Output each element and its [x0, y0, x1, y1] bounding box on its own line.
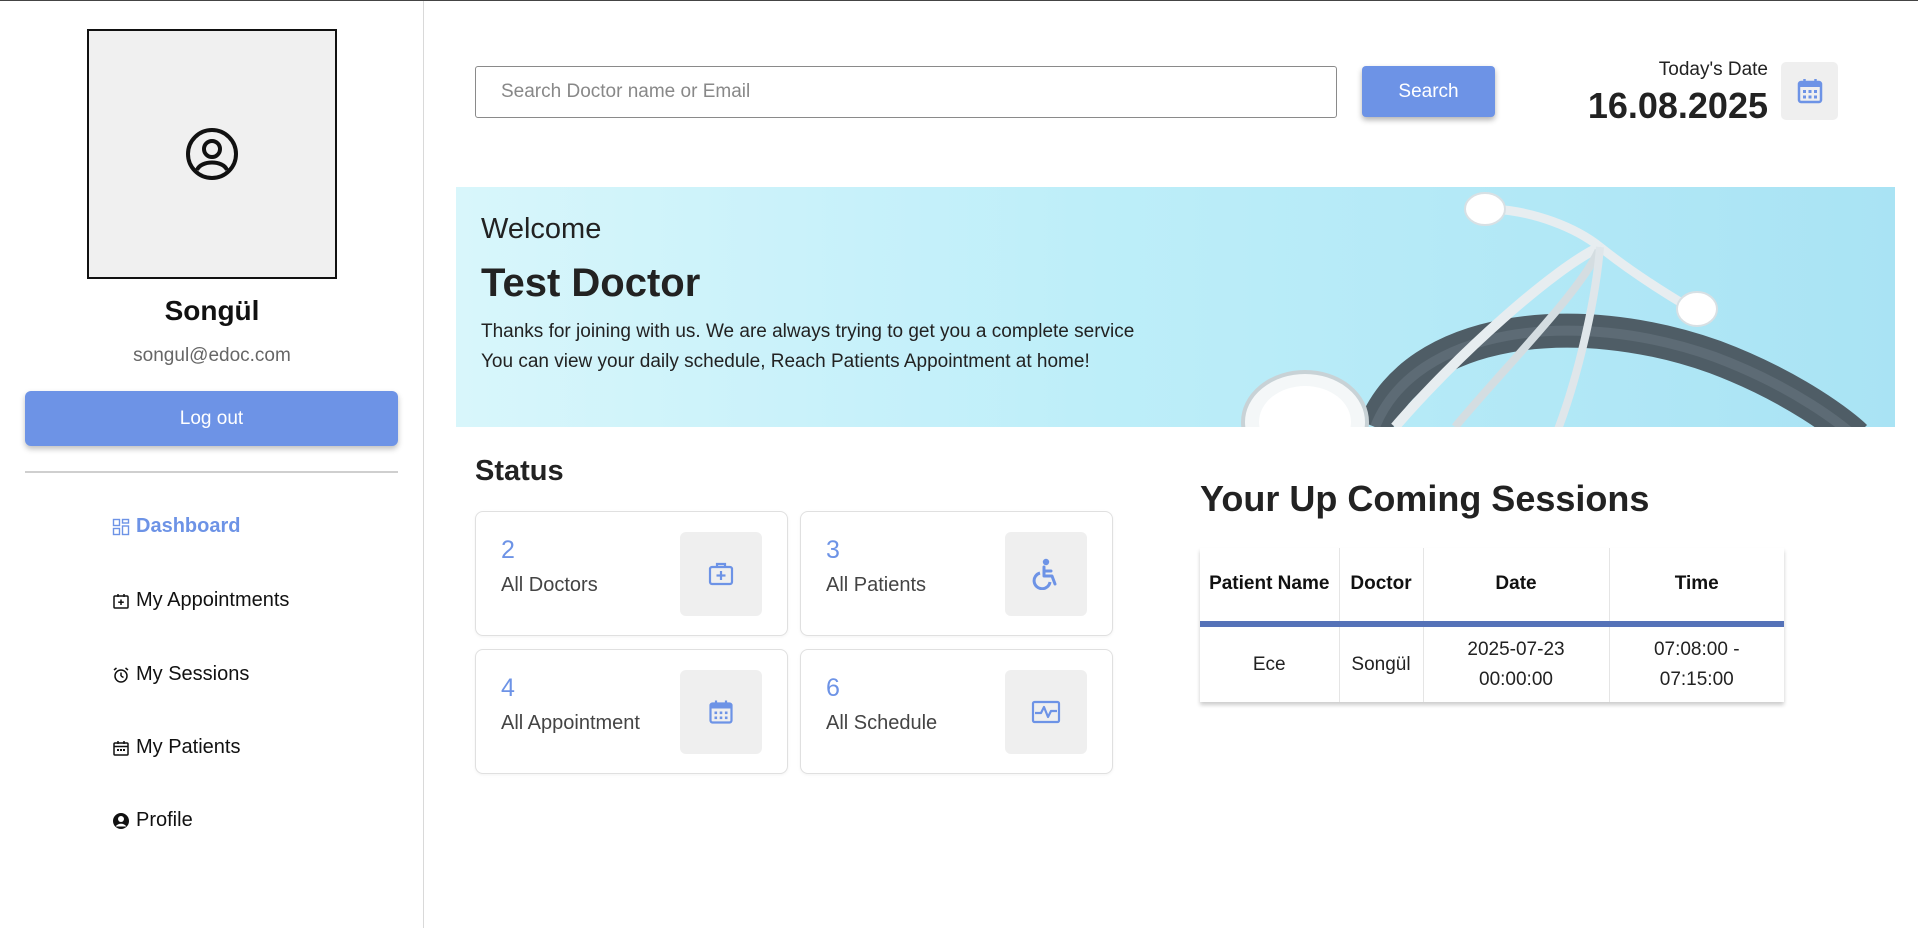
calendar-button: [1781, 62, 1838, 120]
stat-card-schedule[interactable]: 6 All Schedule: [800, 649, 1113, 774]
user-circle-icon: [113, 812, 129, 829]
cell-time-text: 07:08:00 - 07:15:00: [1653, 639, 1740, 690]
cell-time: 07:08:00 - 07:15:00: [1609, 624, 1784, 702]
welcome-banner: Welcome Test Doctor Thanks for joining w…: [456, 187, 1895, 427]
sidebar-item-label: Profile: [136, 809, 193, 831]
sidebar-item-appointments[interactable]: My Appointments: [112, 589, 289, 612]
sidebar-item-patients[interactable]: My Patients: [112, 736, 240, 759]
stat-card-appointments[interactable]: 4 All Appointment: [475, 649, 788, 774]
stethoscope-image: [1241, 192, 1868, 427]
sidebar-item-label: My Patients: [136, 736, 241, 758]
calendar-plus-icon: [113, 593, 129, 609]
banner-text-line1: Thanks for joining with us. We are alway…: [481, 321, 1135, 342]
stat-value: 6: [826, 674, 840, 702]
avatar: [87, 29, 337, 279]
doctor-name: Test Doctor: [481, 261, 701, 305]
cell-date-text: 2025-07-23 00:00:00: [1467, 639, 1565, 690]
date-label: Today's Date: [1658, 59, 1768, 80]
welcome-heading: Welcome: [481, 213, 602, 245]
alarm-clock-icon: [113, 666, 129, 683]
stat-label: All Doctors: [501, 574, 598, 596]
sidebar-divider: [25, 471, 398, 473]
stat-label: All Appointment: [501, 712, 640, 734]
sidebar-item-profile[interactable]: Profile: [112, 809, 193, 832]
search-input[interactable]: [475, 66, 1337, 118]
user-circle-icon: [186, 128, 238, 180]
stat-label: All Schedule: [826, 712, 938, 734]
stat-icon-box: [680, 532, 762, 616]
column-header-doctor: Doctor: [1339, 548, 1424, 627]
dashboard-icon: [112, 518, 130, 535]
stat-icon-box: [1005, 670, 1087, 754]
status-title: Status: [475, 455, 564, 487]
table-header-row: Patient Name Doctor Date Time: [1200, 548, 1784, 627]
sidebar-item-label: Dashboard: [136, 515, 241, 537]
sidebar-item-sessions[interactable]: My Sessions: [112, 663, 249, 686]
sidebar-item-label: My Sessions: [136, 663, 250, 685]
column-header-date: Date: [1423, 548, 1610, 627]
date-value: 16.08.2025: [1587, 85, 1768, 126]
stat-value: 4: [501, 674, 515, 702]
calendar-icon: [709, 700, 733, 724]
stat-card-patients[interactable]: 3 All Patients: [800, 511, 1113, 636]
user-email: songul@edoc.com: [133, 345, 291, 366]
stat-icon-box: [1005, 532, 1087, 616]
cell-patient: Ece: [1200, 624, 1340, 702]
stat-card-doctors[interactable]: 2 All Doctors: [475, 511, 788, 636]
table-row[interactable]: Ece Songül 2025-07-23 00:00:00 07:08:00 …: [1200, 624, 1784, 702]
calendar-icon: [1797, 79, 1822, 104]
sidebar-item-label: My Appointments: [136, 589, 290, 611]
sidebar-item-dashboard[interactable]: Dashboard: [112, 515, 240, 538]
banner-text-line2: You can view your daily schedule, Reach …: [481, 351, 1090, 372]
search-button[interactable]: Search: [1362, 66, 1495, 117]
stat-label: All Patients: [826, 574, 927, 596]
logout-button[interactable]: Log out: [25, 391, 398, 446]
sidebar: Songül songul@edoc.com Log out Dashboard…: [0, 1, 424, 928]
sessions-title: Your Up Coming Sessions: [1200, 478, 1650, 519]
wheelchair-icon: [1032, 558, 1057, 590]
stat-value: 3: [826, 536, 840, 564]
sessions-table: Patient Name Doctor Date Time Ece Songül…: [1200, 548, 1784, 702]
medical-kit-icon: [708, 562, 734, 586]
column-header-patient: Patient Name: [1200, 548, 1340, 627]
column-header-time: Time: [1609, 548, 1784, 627]
cell-doctor: Songül: [1339, 624, 1424, 702]
stat-icon-box: [680, 670, 762, 754]
calendar-icon: [113, 740, 129, 756]
heartbeat-icon: [1031, 700, 1061, 724]
stat-value: 2: [501, 536, 515, 564]
cell-date: 2025-07-23 00:00:00: [1423, 624, 1610, 702]
user-name: Songül: [164, 295, 260, 326]
